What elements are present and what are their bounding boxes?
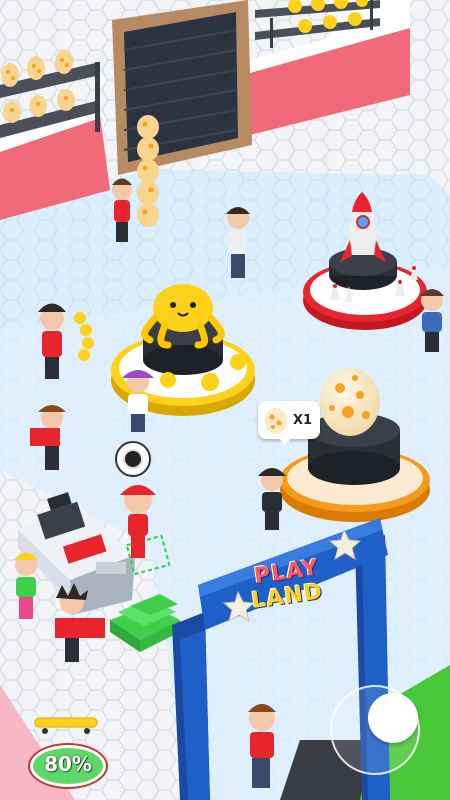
progress-label: 80% xyxy=(44,752,92,776)
joystick-knob[interactable] xyxy=(368,693,418,743)
egg-icon xyxy=(320,368,380,436)
egg-count-label: X1 xyxy=(293,412,313,428)
game-scene xyxy=(0,0,450,800)
egg-stack xyxy=(137,115,159,227)
joystick-icon[interactable] xyxy=(330,685,420,775)
playland-sign: PLAY LAND xyxy=(245,554,345,646)
egg-count-badge: X1 xyxy=(258,401,320,439)
doorway xyxy=(112,0,252,175)
badge-pointer xyxy=(278,437,292,445)
interaction-indicator-center xyxy=(123,449,143,469)
egg-icon xyxy=(265,408,287,434)
interaction-indicator[interactable] xyxy=(115,441,151,477)
game-viewport[interactable]: X1 PLAY LAND 80% xyxy=(0,0,450,800)
progress-badge: 80% xyxy=(30,745,106,787)
